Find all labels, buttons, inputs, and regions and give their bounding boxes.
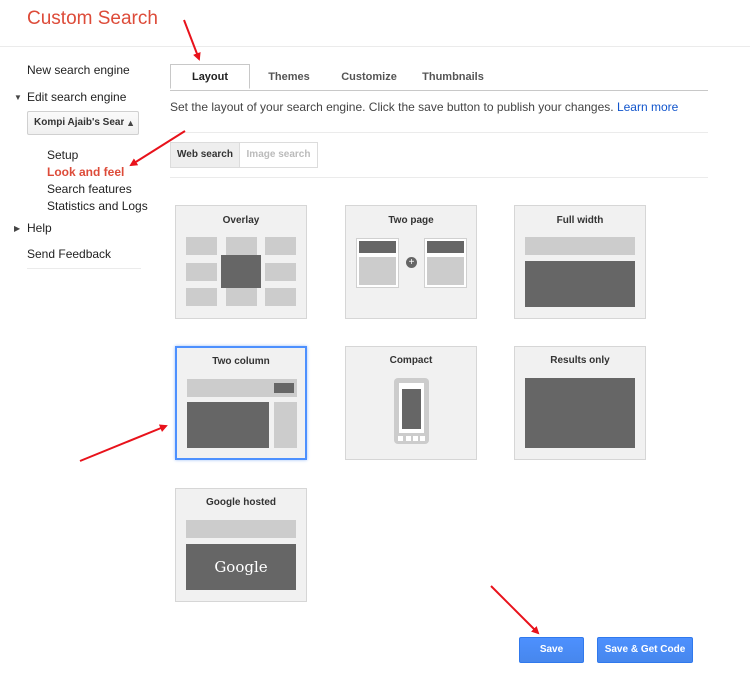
annotation-arrow-two-column: [79, 424, 168, 462]
annotation-arrow-save: [490, 585, 540, 635]
annotation-arrows: [79, 19, 540, 635]
annotation-arrow-layout-tab: [183, 19, 201, 61]
annotation-arrow-look-and-feel: [129, 130, 186, 167]
